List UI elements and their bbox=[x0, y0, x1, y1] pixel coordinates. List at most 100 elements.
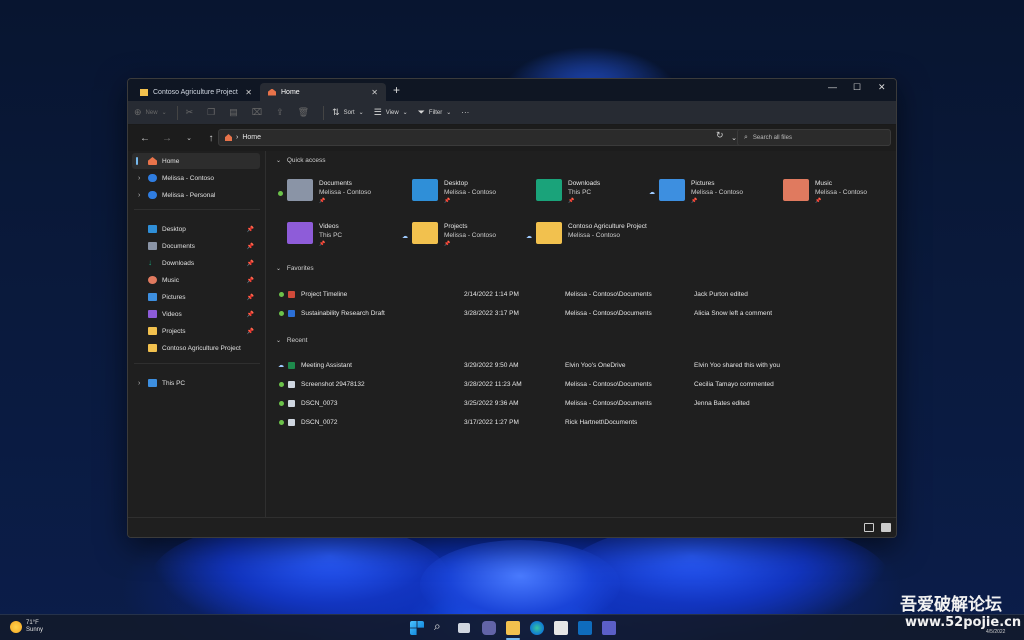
tab-close-icon[interactable]: ✕ bbox=[371, 88, 378, 97]
refresh-button[interactable]: ↻ bbox=[716, 130, 724, 141]
weather-description: Sunny bbox=[26, 627, 44, 633]
delete-button[interactable]: 🗑 bbox=[298, 107, 313, 118]
sidebar-item-projects[interactable]: Projects 📌 bbox=[132, 323, 260, 339]
recent-header[interactable]: ⌄ Recent bbox=[276, 337, 307, 344]
tab-home[interactable]: Home ✕ bbox=[260, 83, 386, 101]
sidebar-item-melissa-contoso[interactable]: › Melissa - Contoso bbox=[132, 170, 260, 186]
tab-close-icon[interactable]: ✕ bbox=[245, 88, 252, 97]
minimize-button[interactable]: — bbox=[828, 82, 837, 92]
new-button[interactable]: ⊕ New ⌄ bbox=[134, 107, 167, 118]
search-icon[interactable]: ⌕ bbox=[434, 619, 448, 633]
item-location: Melissa - Contoso bbox=[444, 189, 497, 196]
maximize-button[interactable]: ☐ bbox=[853, 82, 861, 93]
folder-icon bbox=[148, 327, 157, 335]
sidebar-item-melissa-personal[interactable]: › Melissa - Personal bbox=[132, 187, 260, 203]
file-explorer-icon[interactable] bbox=[506, 621, 520, 635]
item-location: Melissa - Contoso bbox=[444, 232, 497, 239]
selection-indicator bbox=[136, 157, 138, 165]
forward-button[interactable]: → bbox=[156, 133, 178, 144]
chevron-down-icon: ⌄ bbox=[276, 266, 282, 272]
sidebar-item-documents[interactable]: Documents 📌 bbox=[132, 238, 260, 254]
quick-access-music[interactable]: Music Melissa - Contoso 📌 bbox=[783, 179, 867, 206]
sidebar-item-this-pc[interactable]: › This PC bbox=[132, 375, 260, 391]
address-bar[interactable]: › Home ⌄ bbox=[218, 129, 744, 146]
cut-button[interactable]: ✂ bbox=[186, 107, 198, 118]
view-button[interactable]: ☰ View ⌄ bbox=[374, 107, 408, 118]
table-row[interactable]: ☁ Meeting Assistant 3/29/2022 9:50 AM El… bbox=[278, 358, 886, 374]
sidebar-item-home[interactable]: Home bbox=[132, 153, 260, 169]
recent-locations-button[interactable]: ⌄ bbox=[178, 134, 200, 142]
chat-icon[interactable] bbox=[482, 621, 496, 635]
table-row[interactable]: Project Timeline 2/14/2022 1:14 PM Melis… bbox=[279, 287, 886, 303]
quick-access-downloads[interactable]: Downloads This PC 📌 bbox=[536, 179, 600, 206]
date-display[interactable]: 4/5/2022 bbox=[986, 629, 1005, 635]
quick-access-pictures[interactable]: Pictures Melissa - Contoso 📌 bbox=[659, 179, 743, 206]
desktop-icon bbox=[148, 225, 157, 233]
quick-access-desktop[interactable]: Desktop Melissa - Contoso 📌 bbox=[412, 179, 496, 206]
status-bar bbox=[128, 517, 896, 537]
start-button[interactable] bbox=[410, 621, 424, 635]
quick-access-videos[interactable]: Videos This PC 📌 bbox=[287, 222, 342, 249]
file-name: DSCN_0073 bbox=[301, 400, 338, 407]
file-location: Melissa - Contoso\Documents bbox=[565, 310, 652, 317]
chevron-right-icon[interactable]: › bbox=[138, 380, 140, 387]
item-name: Videos bbox=[319, 223, 339, 230]
weather-widget[interactable]: 71°F Sunny bbox=[10, 620, 43, 634]
edge-icon[interactable] bbox=[530, 621, 544, 635]
paste-button[interactable]: ▤ bbox=[229, 107, 242, 118]
chevron-right-icon[interactable]: › bbox=[138, 175, 140, 182]
chevron-right-icon[interactable]: › bbox=[138, 192, 140, 199]
search-input[interactable]: ⌕ Search all files bbox=[737, 129, 891, 146]
chevron-down-icon: ⌄ bbox=[161, 110, 167, 116]
sort-button[interactable]: ⇅ Sort ⌄ bbox=[332, 107, 364, 118]
sidebar-item-desktop[interactable]: Desktop 📌 bbox=[132, 221, 260, 237]
pin-icon: 📌 bbox=[319, 241, 326, 247]
file-location: Melissa - Contoso\Documents bbox=[565, 291, 652, 298]
file-date: 3/28/2022 11:23 AM bbox=[464, 381, 522, 388]
filter-button[interactable]: ⏷ Filter ⌄ bbox=[418, 107, 452, 118]
breadcrumb-home[interactable]: Home bbox=[242, 134, 261, 141]
pictures-folder-icon bbox=[659, 179, 685, 201]
sidebar-item-label: Home bbox=[162, 157, 180, 165]
new-tab-button[interactable]: + bbox=[393, 83, 400, 97]
rename-button[interactable]: ⌧ bbox=[252, 107, 266, 118]
sidebar-item-music[interactable]: Music 📌 bbox=[132, 272, 260, 288]
outlook-icon[interactable] bbox=[578, 621, 592, 635]
close-button[interactable]: ✕ bbox=[878, 82, 886, 93]
sidebar-item-contoso-agriculture[interactable]: Contoso Agriculture Project bbox=[132, 340, 260, 356]
details-view-button[interactable] bbox=[864, 523, 874, 532]
sidebar-item-videos[interactable]: Videos 📌 bbox=[132, 306, 260, 322]
sidebar-item-downloads[interactable]: ↓ Downloads 📌 bbox=[132, 255, 260, 271]
share-button[interactable]: ⇪ bbox=[276, 107, 288, 118]
new-label: New bbox=[145, 109, 158, 116]
file-location: Melissa - Contoso\Documents bbox=[565, 400, 652, 407]
sidebar-item-label: Desktop bbox=[162, 225, 186, 233]
music-icon bbox=[148, 276, 157, 284]
quick-access-projects[interactable]: Projects Melissa - Contoso 📌 bbox=[412, 222, 496, 249]
table-row[interactable]: DSCN_0072 3/17/2022 1:27 PM Rick Hartnet… bbox=[279, 415, 886, 431]
favorites-header[interactable]: ⌄ Favorites bbox=[276, 265, 314, 272]
file-location: Elvin Yoo's OneDrive bbox=[565, 362, 626, 369]
sidebar-item-pictures[interactable]: Pictures 📌 bbox=[132, 289, 260, 305]
quick-access-documents[interactable]: Documents Melissa - Contoso 📌 bbox=[287, 179, 371, 206]
contoso-folder-icon bbox=[536, 222, 562, 244]
table-row[interactable]: Screenshot 29478132 3/28/2022 11:23 AM M… bbox=[279, 377, 886, 393]
quick-access-header[interactable]: ⌄ Quick access bbox=[276, 157, 326, 164]
item-location: Melissa - Contoso bbox=[691, 189, 744, 196]
file-location: Melissa - Contoso\Documents bbox=[565, 381, 652, 388]
tab-contoso-agriculture[interactable]: Contoso Agriculture Project ✕ bbox=[132, 83, 260, 101]
table-row[interactable]: Sustainability Research Draft 3/28/2022 … bbox=[279, 306, 886, 322]
file-activity: Cecilia Tamayo commented bbox=[694, 381, 774, 388]
teams-icon[interactable] bbox=[602, 621, 616, 635]
file-explorer-window: Contoso Agriculture Project ✕ Home ✕ + —… bbox=[127, 78, 897, 538]
more-options-button[interactable]: ··· bbox=[461, 108, 469, 117]
store-icon[interactable] bbox=[554, 621, 568, 635]
back-button[interactable]: ← bbox=[134, 133, 156, 144]
copy-button[interactable]: ❐ bbox=[207, 107, 219, 118]
task-view-icon[interactable] bbox=[458, 623, 470, 633]
table-row[interactable]: DSCN_0073 3/25/2022 9:36 AM Melissa - Co… bbox=[279, 396, 886, 412]
item-name: Contoso Agriculture Project bbox=[568, 223, 647, 230]
quick-access-contoso-agriculture[interactable]: Contoso Agriculture Project Melissa - Co… bbox=[536, 222, 647, 244]
file-date: 3/25/2022 9:36 AM bbox=[464, 400, 519, 407]
tiles-view-button[interactable] bbox=[881, 523, 891, 532]
